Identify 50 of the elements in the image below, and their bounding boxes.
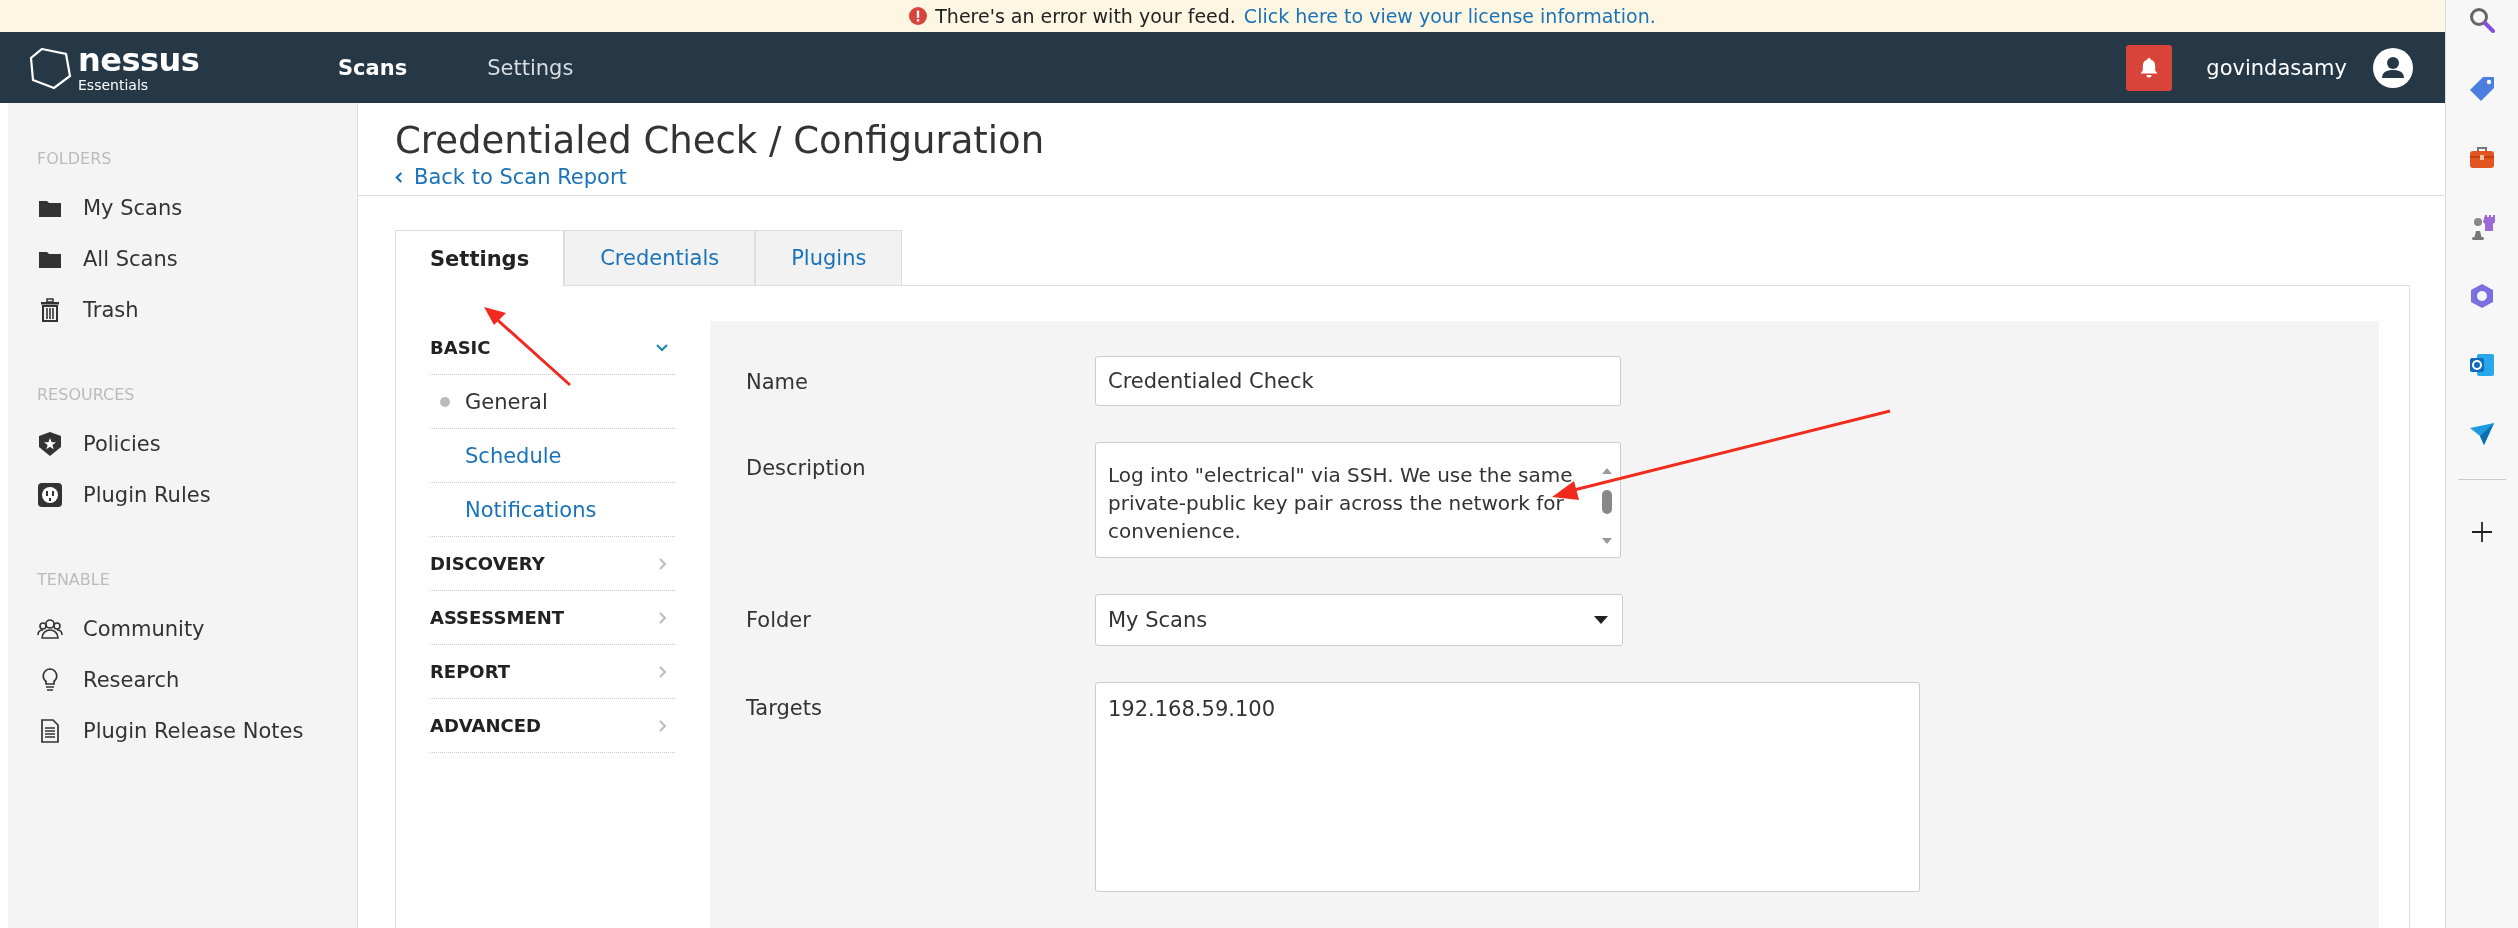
page-title: Credentialed Check / Configuration [395,119,1046,164]
name-field[interactable]: Credentialed Check [1095,356,1621,407]
tab[interactable]: Plugins [755,230,903,286]
nav-link[interactable]: Settings [487,55,574,80]
chevron-left-icon [395,170,404,184]
menu-section[interactable]: REPORT [430,645,675,700]
sidebar-item[interactable]: Plugin Release Notes [83,718,304,743]
license-link[interactable]: Click here to view your license information. [1243,5,1656,27]
hexagon-logo-icon [28,45,72,90]
sidebar-item[interactable]: Community [83,616,205,641]
sidebar-item[interactable]: Plugin Rules [83,482,211,507]
menu-item[interactable]: Schedule [465,443,562,468]
description-field[interactable]: Log into "electrical" via SSH. We use the same private-public key pair across the network for convenience. [1095,442,1621,559]
notifications-button[interactable] [2126,44,2173,91]
sidebar-item[interactable]: My Scans [83,195,183,220]
field-label: Targets [746,695,823,723]
mail-app-icon[interactable] [2468,351,2496,379]
tab[interactable]: Credentials [564,230,756,286]
menu-item[interactable]: General [465,389,548,414]
sidebar-item[interactable]: Policies [83,431,161,456]
section-heading: FOLDERS [37,149,113,168]
back-link[interactable]: Back to Scan Report [395,165,2445,190]
sidebar-item[interactable]: Trash [83,297,139,322]
avatar-icon[interactable] [2373,47,2413,88]
logo-edition: Essentials [78,77,150,92]
logo-name: nessus [78,43,200,76]
tag-icon[interactable] [2468,75,2496,103]
dropdown-caret-icon [1594,616,1608,625]
nav-link[interactable]: Scans [338,55,408,80]
field-label: Folder [746,607,812,635]
search-icon[interactable] [2468,6,2496,34]
error-icon [909,7,928,25]
menu-section[interactable]: ASSESSMENT [430,591,675,646]
username[interactable]: govindasamy [2206,55,2347,80]
menu-section[interactable]: ADVANCED [430,699,675,754]
menu-item[interactable]: Notifications [465,497,597,522]
ring-logo-icon[interactable] [2468,282,2496,310]
field-label: Description [746,455,867,483]
error-message: There's an error with your feed. [935,5,1236,27]
targets-field[interactable]: 192.168.59.100 [1095,682,1920,893]
field-label: Name [746,369,809,397]
folder-dropdown[interactable]: My Scans [1095,594,1623,647]
menu-section[interactable]: DISCOVERY [430,537,675,592]
plug-icon [37,481,63,508]
sidebar-item[interactable]: All Scans [83,246,178,271]
section-heading: TENABLE [37,570,111,589]
section-heading: RESOURCES [37,385,136,404]
tab[interactable]: Settings [395,230,565,287]
shield-icon [37,430,63,457]
sidebar-item[interactable]: Research [83,667,180,692]
